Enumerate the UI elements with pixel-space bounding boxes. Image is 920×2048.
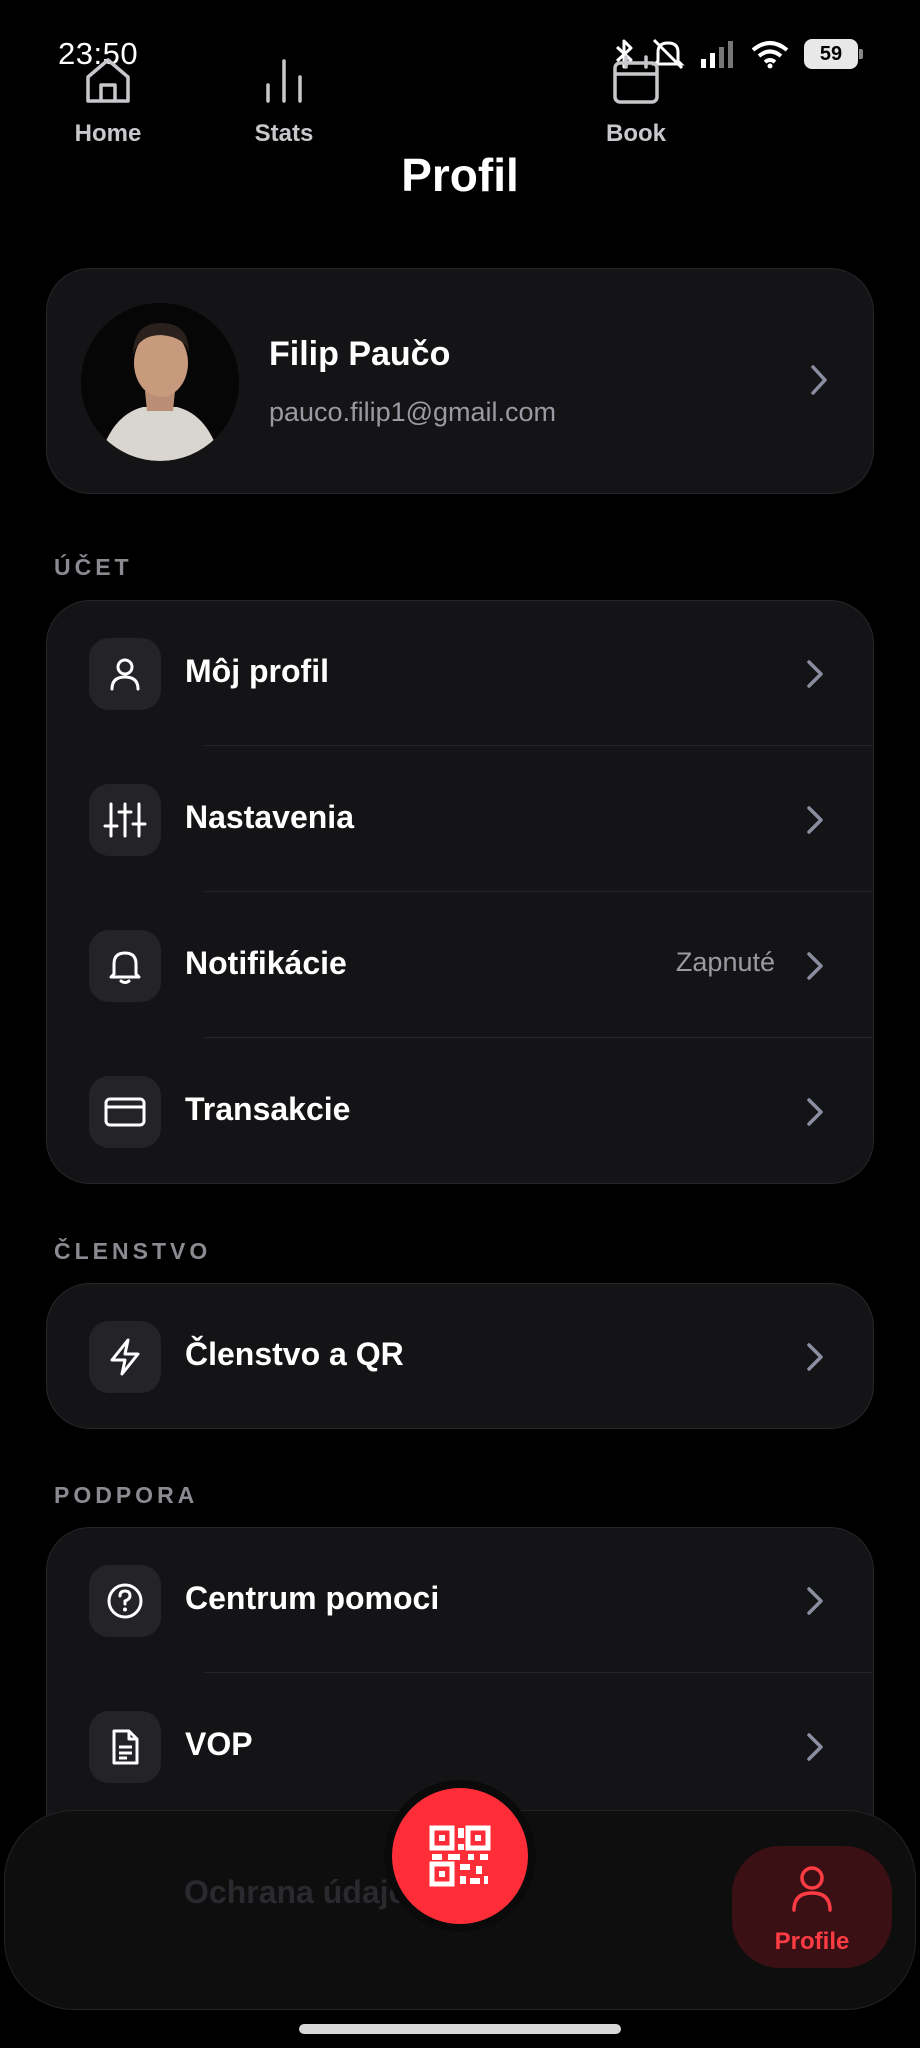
- profile-card[interactable]: Filip Paučo pauco.filip1@gmail.com: [46, 268, 874, 494]
- nav-label: Stats: [254, 120, 314, 147]
- notifications-status: Zapnuté: [675, 947, 775, 977]
- signal-icon: [701, 41, 733, 68]
- nav-label: Profile: [774, 1928, 850, 1955]
- chevron-right-icon: [807, 660, 823, 688]
- calendar-icon: [610, 52, 662, 108]
- divider: [205, 744, 873, 746]
- menu-item-help-center[interactable]: Centrum pomoci: [47, 1528, 873, 1673]
- menu-item-label: Nastavenia: [185, 799, 354, 835]
- chevron-right-icon: [807, 1343, 823, 1371]
- nav-book[interactable]: Book: [592, 0, 680, 200]
- menu-item-label: Môj profil: [185, 653, 329, 689]
- nav-label: Book: [606, 120, 666, 147]
- home-indicator: [299, 2024, 621, 2034]
- chevron-right-icon: [807, 806, 823, 834]
- menu-item-label: Centrum pomoci: [185, 1580, 440, 1616]
- bar-chart-icon: [260, 52, 308, 108]
- menu-item-my-profile[interactable]: Môj profil: [47, 601, 873, 746]
- chevron-right-icon: [807, 1098, 823, 1126]
- user-icon: [788, 1860, 836, 1916]
- menu-item-membership-qr[interactable]: Členstvo a QR: [47, 1284, 873, 1428]
- credit-card-icon: [89, 1076, 161, 1148]
- menu-item-label: VOP: [185, 1726, 253, 1762]
- user-icon: [89, 638, 161, 710]
- chevron-right-icon: [807, 1733, 823, 1761]
- avatar: [81, 303, 239, 461]
- lightning-icon: [89, 1321, 161, 1393]
- menu-item-notifications[interactable]: Notifikácie Zapnuté: [47, 893, 873, 1038]
- nav-label: Home: [74, 120, 142, 147]
- divider: [205, 890, 873, 892]
- help-circle-icon: [89, 1565, 161, 1637]
- home-icon: [82, 52, 134, 108]
- menu-item-transactions[interactable]: Transakcie: [47, 1039, 873, 1183]
- battery-indicator: 59: [804, 39, 863, 69]
- nav-home[interactable]: Home: [62, 0, 154, 200]
- menu-item-label: Členstvo a QR: [185, 1336, 404, 1372]
- chevron-right-icon: [807, 952, 823, 980]
- bell-icon: [89, 930, 161, 1002]
- section-label-account: ÚČET: [54, 554, 133, 580]
- profile-email: pauco.filip1@gmail.com: [269, 397, 557, 427]
- document-icon: [89, 1711, 161, 1783]
- menu-item-label: Notifikácie: [185, 945, 347, 981]
- account-card: Môj profil Nastavenia Notifikácie Zapnut…: [46, 600, 874, 1184]
- nav-profile[interactable]: Profile: [732, 1846, 892, 1968]
- section-label-support: PODPORA: [54, 1482, 199, 1508]
- nav-stats[interactable]: Stats: [240, 0, 328, 200]
- membership-card: Členstvo a QR: [46, 1283, 874, 1429]
- sliders-icon: [89, 784, 161, 856]
- qr-code-icon: [429, 1825, 491, 1887]
- divider: [205, 1036, 873, 1038]
- section-label-membership: ČLENSTVO: [54, 1238, 212, 1264]
- chevron-right-icon: [807, 1587, 823, 1615]
- chevron-right-icon: [811, 365, 827, 395]
- qr-scan-button[interactable]: [384, 1780, 536, 1932]
- wifi-icon: [751, 41, 789, 69]
- menu-item-label: Transakcie: [185, 1091, 351, 1127]
- divider: [205, 1671, 873, 1673]
- profile-name: Filip Paučo: [269, 335, 451, 373]
- menu-item-settings[interactable]: Nastavenia: [47, 747, 873, 892]
